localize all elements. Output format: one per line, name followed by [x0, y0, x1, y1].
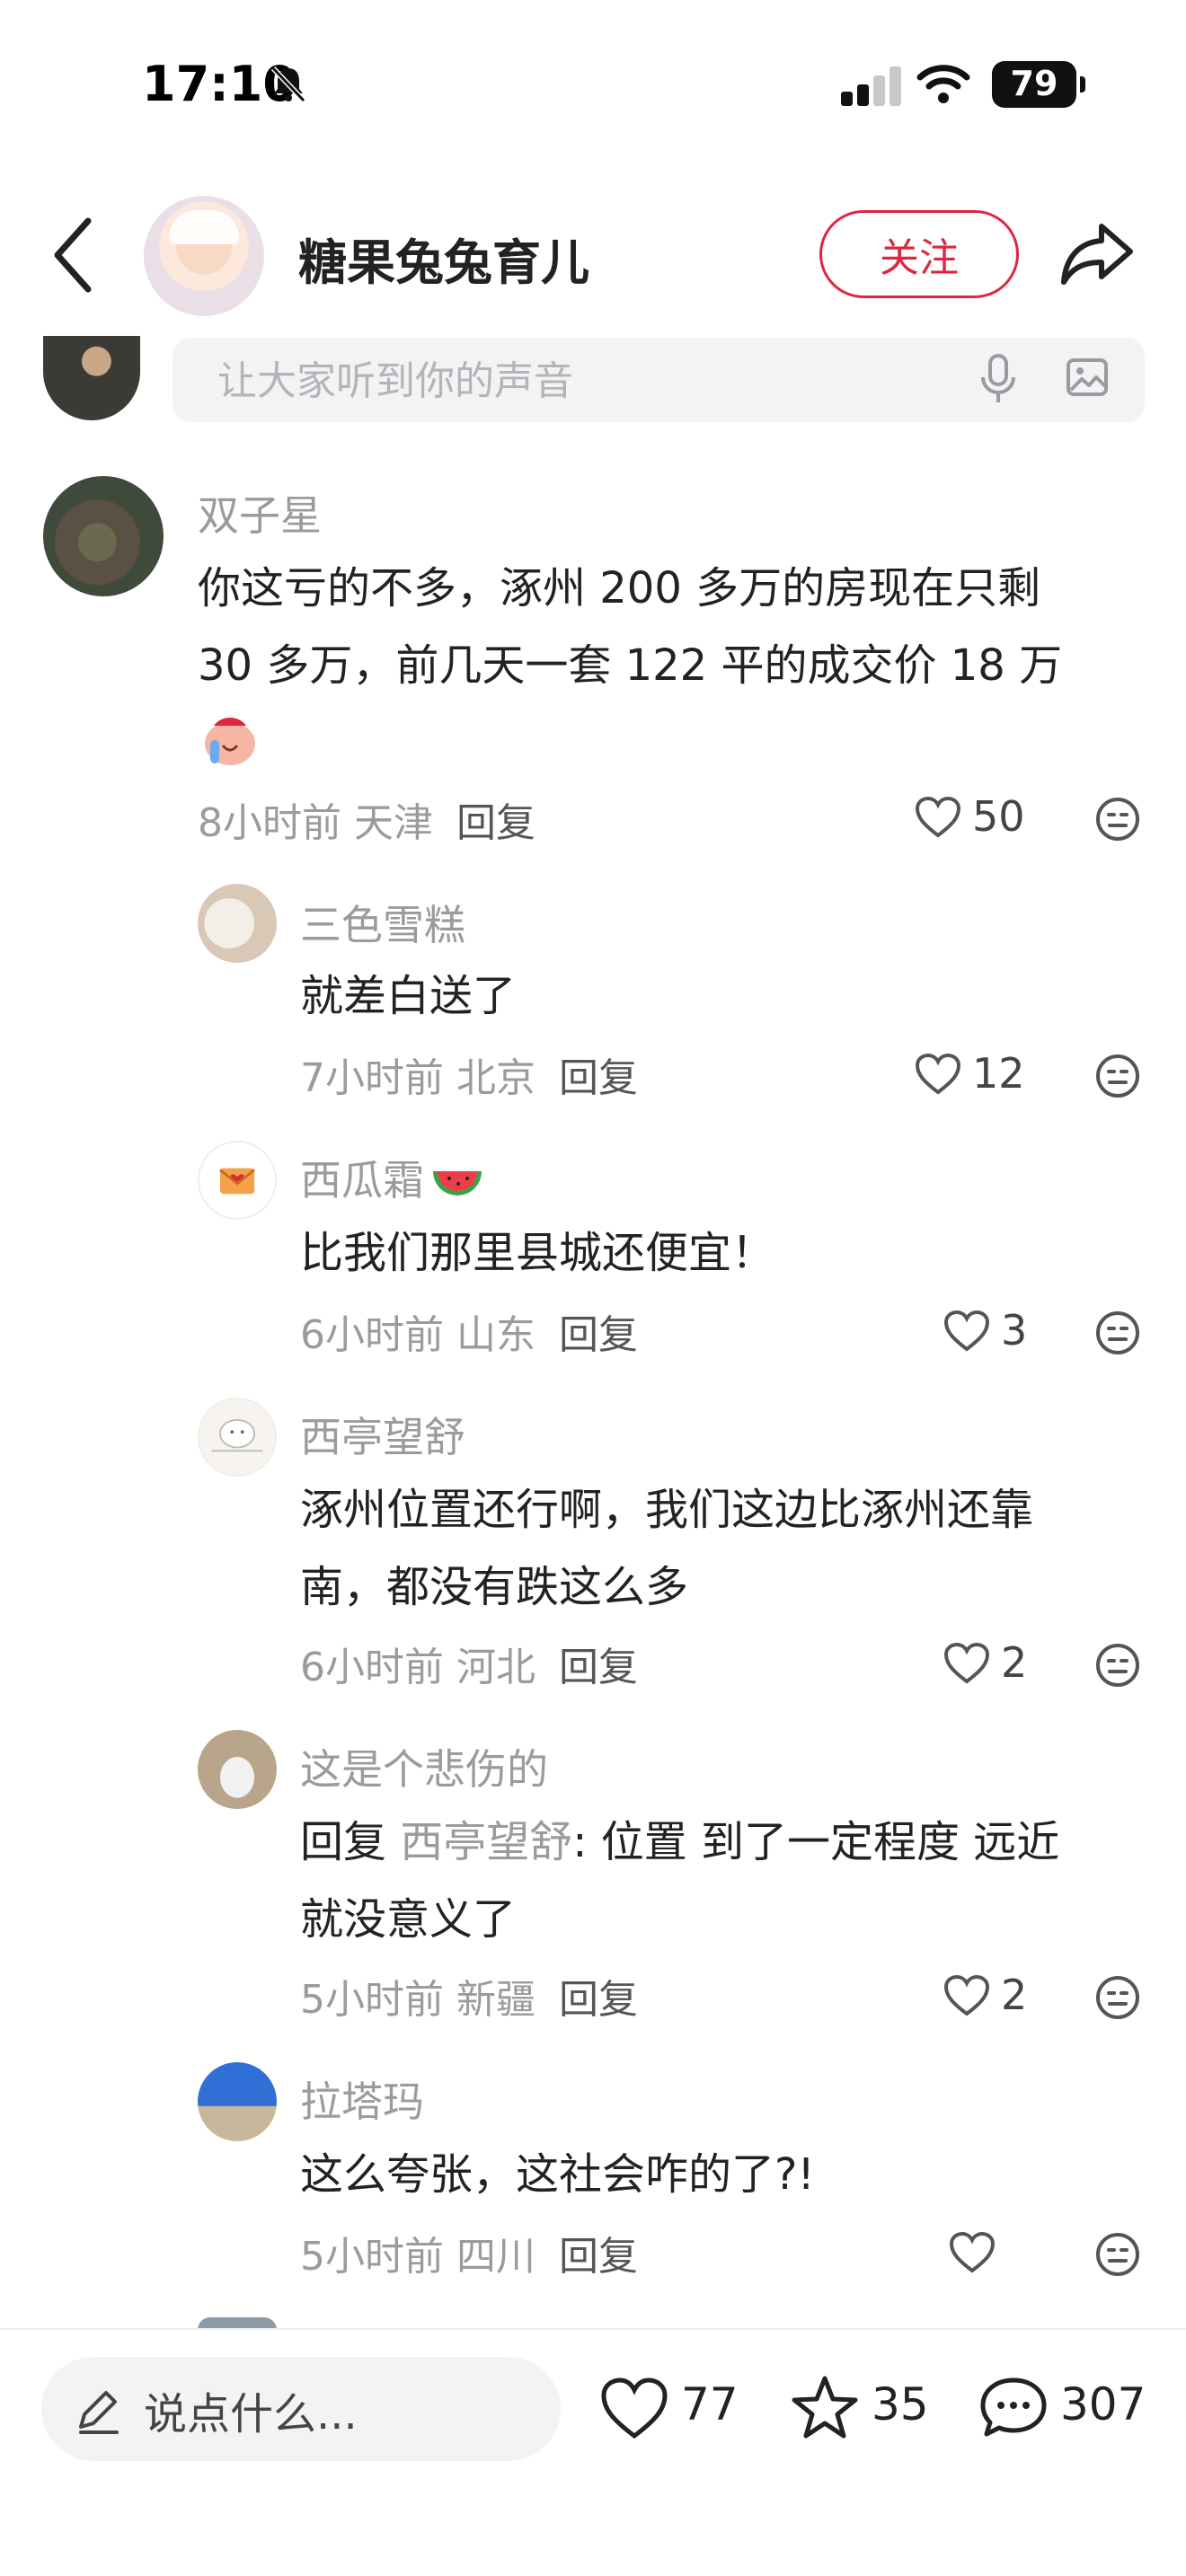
- comment-meta: 5小时前 新疆 回复: [300, 1977, 638, 2023]
- bottom-divider: [0, 2328, 1186, 2330]
- comment-text: 涿州位置还行啊，我们这边比涿州还靠 南，都没有跌这么多: [300, 1485, 1034, 1612]
- comment-meta: 6小时前 河北 回复: [300, 1645, 638, 1690]
- reply-prefix: 回复: [300, 1817, 387, 1867]
- follow-button[interactable]: 关注: [819, 210, 1019, 298]
- comment-meta: 6小时前 山东 回复: [300, 1312, 638, 1358]
- comment-username[interactable]: 双子星: [198, 483, 322, 543]
- share-icon[interactable]: [1058, 217, 1136, 289]
- commenter-avatar[interactable]: [198, 1141, 277, 1220]
- comment-username[interactable]: 西亭望舒: [300, 1405, 465, 1464]
- reply-button[interactable]: 回复: [456, 800, 535, 846]
- comment-username[interactable]: 三色雪糕: [300, 893, 465, 952]
- wifi-icon: [916, 65, 970, 103]
- comment-username[interactable]: 拉塔玛: [300, 2069, 424, 2129]
- comment-text: 这么夸张，这社会咋的了?!: [300, 2149, 815, 2200]
- like-count: 12: [972, 1049, 1025, 1098]
- like-heart-icon[interactable]: [943, 1974, 990, 2017]
- comment-username[interactable]: 西瓜霜: [300, 1148, 485, 1207]
- comment-bubble-icon[interactable]: [979, 2375, 1048, 2439]
- like-heart-icon[interactable]: [943, 1642, 990, 1685]
- comment-text: 回复 西亭望舒: 位置 到了一定程度 远近 就没意义了: [300, 1817, 1060, 1945]
- cat-drawing-icon: [211, 1418, 263, 1452]
- like-count: 2: [1001, 1638, 1028, 1687]
- commenter-avatar[interactable]: [198, 1730, 277, 1809]
- comment-input-placeholder: 让大家听到你的声音: [217, 358, 573, 404]
- commenter-avatar[interactable]: [198, 2062, 277, 2141]
- post-like-count: 77: [681, 2378, 739, 2430]
- like-count: 3: [1001, 1306, 1028, 1354]
- dislike-face-icon[interactable]: [1094, 1310, 1141, 1356]
- author-avatar[interactable]: [144, 196, 264, 316]
- like-heart-icon[interactable]: [915, 1053, 961, 1096]
- reply-button[interactable]: 回复: [559, 1312, 638, 1358]
- like-heart-icon[interactable]: [600, 2377, 668, 2441]
- current-user-avatar: [43, 336, 140, 420]
- image-icon[interactable]: [1066, 356, 1109, 399]
- like-count: 50: [972, 792, 1025, 841]
- comment-text: 你这亏的不多，涿州 200 多万的房现在只剩 30 多万，前几天一套 122 平…: [198, 563, 1063, 691]
- dislike-face-icon[interactable]: [1094, 796, 1141, 842]
- post-comment-count: 307: [1060, 2378, 1146, 2430]
- battery-icon: 79: [992, 61, 1085, 108]
- author-name[interactable]: 糖果兔兔育儿: [298, 223, 589, 294]
- like-heart-icon[interactable]: [949, 2231, 996, 2274]
- comment-meta: 5小时前 四川 回复: [300, 2234, 638, 2280]
- pencil-icon: [79, 2391, 119, 2434]
- cell-signal-icon: [841, 65, 901, 106]
- comment-meta: 8小时前 天津 回复: [198, 800, 535, 846]
- reply-button[interactable]: 回复: [559, 2234, 638, 2280]
- star-favorite-icon[interactable]: [791, 2375, 859, 2439]
- comment-text: 就差白送了: [300, 971, 517, 1021]
- comment-meta: 7小时前 北京 回复: [300, 1055, 638, 1101]
- reply-button[interactable]: 回复: [559, 1055, 638, 1101]
- comment-username[interactable]: 这是个悲伤的: [300, 1737, 548, 1796]
- like-count: 2: [1001, 1971, 1028, 2019]
- like-heart-icon[interactable]: [943, 1310, 990, 1353]
- dislike-face-icon[interactable]: [1094, 2231, 1141, 2278]
- dislike-face-icon[interactable]: [1094, 1053, 1141, 1099]
- reply-button[interactable]: 回复: [559, 1977, 638, 2023]
- compose-placeholder: 说点什么...: [144, 2389, 358, 2439]
- mute-bell-icon: [270, 66, 306, 103]
- like-heart-icon[interactable]: [915, 796, 961, 839]
- dislike-face-icon[interactable]: [1094, 1642, 1141, 1689]
- commenter-avatar[interactable]: [198, 1398, 277, 1477]
- post-favorite-count: 35: [872, 2378, 929, 2430]
- commenter-avatar[interactable]: [198, 884, 277, 963]
- commenter-avatar[interactable]: [43, 476, 164, 596]
- comment-text: 比我们那里县城还便宜！: [300, 1228, 775, 1278]
- mention-link[interactable]: 西亭望舒: [400, 1817, 572, 1867]
- back-icon[interactable]: [49, 212, 99, 298]
- battery-level: 79: [1010, 64, 1058, 103]
- crying-emoji-icon: [196, 710, 261, 769]
- reply-button[interactable]: 回复: [559, 1645, 638, 1690]
- envelope-heart-icon: [219, 1168, 255, 1195]
- watermelon-emoji-icon: [433, 1170, 482, 1195]
- dislike-face-icon[interactable]: [1094, 1974, 1141, 2021]
- microphone-icon[interactable]: [979, 354, 1017, 404]
